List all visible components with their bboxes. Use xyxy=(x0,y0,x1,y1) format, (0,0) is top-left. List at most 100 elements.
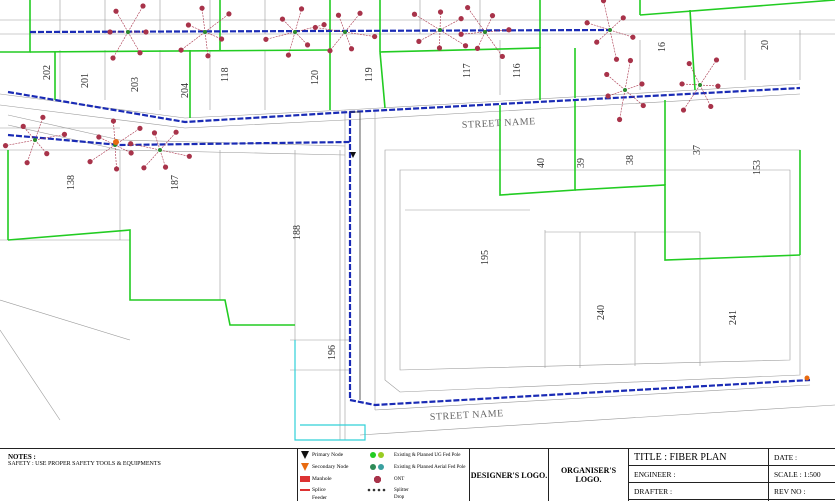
pole-icon xyxy=(343,30,347,34)
title-legend-bar: NOTES : SAFETY : USE PROPER SAFETY TOOLS… xyxy=(0,448,835,501)
ont-icon xyxy=(462,43,469,49)
lot-196: 196 xyxy=(327,345,338,360)
drawing-title: TITLE : FIBER PLAN xyxy=(629,449,768,466)
pole-icon xyxy=(126,30,130,34)
drop-line xyxy=(344,13,361,33)
ont-icon xyxy=(263,36,269,42)
lot-203: 203 xyxy=(130,77,141,92)
pole-icon xyxy=(293,30,297,34)
drop-line xyxy=(204,31,209,56)
engineer-field: ENGINEER : xyxy=(629,466,768,483)
ont-icon xyxy=(627,57,634,64)
ont-icon xyxy=(285,52,292,58)
ont-icon xyxy=(137,125,143,131)
drop-line xyxy=(265,31,296,40)
ont-icon xyxy=(604,71,610,78)
splice-node-icon xyxy=(804,375,810,381)
ont-icon xyxy=(327,48,333,54)
lot-119: 119 xyxy=(364,67,375,82)
ont-icon xyxy=(143,29,149,35)
ont-icon xyxy=(465,4,471,11)
meta-block: DATE : SCALE : 1:500 REV NO : xyxy=(769,449,835,501)
ont-icon xyxy=(87,159,93,165)
ont-icon xyxy=(474,45,481,51)
ont-icon xyxy=(205,53,211,59)
secondary-node-icon xyxy=(301,463,309,471)
existing-ug-pole-icon xyxy=(370,452,376,458)
ont-icon xyxy=(279,16,286,22)
lot-188: 188 xyxy=(292,225,303,240)
ont-icon xyxy=(113,8,119,14)
ont-icon xyxy=(162,164,169,170)
feeder-cable xyxy=(7,28,811,407)
splitter-icon xyxy=(367,488,386,492)
drop-line xyxy=(624,83,643,91)
notes-panel: NOTES : SAFETY : USE PROPER SAFETY TOOLS… xyxy=(0,449,298,501)
ont-icon xyxy=(506,27,512,33)
drop-line xyxy=(603,0,611,31)
legend-panel: Primary Node Existing & Planned UG Fed P… xyxy=(298,449,470,501)
ont-icon xyxy=(218,36,225,42)
legend-aerial-pole: Existing & Planned Aerial Fed Pole xyxy=(394,464,466,470)
lot-39: 39 xyxy=(576,158,587,168)
drop-line xyxy=(34,117,44,141)
ont-icon xyxy=(40,114,46,120)
ont-icon xyxy=(437,9,444,15)
planned-aerial-pole-icon xyxy=(378,464,384,470)
date-field: DATE : xyxy=(769,449,835,466)
organiser-logo: ORGANISER'S LOGO. xyxy=(549,449,629,501)
ont-icon xyxy=(605,93,611,99)
ont-icon xyxy=(713,57,720,63)
legend-secondary-node: Secondary Node xyxy=(312,464,349,470)
primary-node-icon xyxy=(301,451,309,459)
drop-line xyxy=(624,60,631,91)
ont-icon xyxy=(20,123,26,129)
drop-line xyxy=(288,31,296,56)
drop-line xyxy=(112,31,129,59)
drop-line xyxy=(26,139,36,163)
ont-icon xyxy=(107,29,113,35)
drop-line xyxy=(34,139,47,154)
lot-241: 241 xyxy=(728,310,739,325)
lot-16: 16 xyxy=(657,42,668,52)
ont-drops xyxy=(2,0,721,172)
ont-icon xyxy=(640,102,646,109)
ont-icon xyxy=(680,107,687,113)
ont-icon xyxy=(110,118,117,124)
drop-line xyxy=(414,13,441,31)
ont-icon xyxy=(61,131,68,137)
ont-icon xyxy=(594,39,600,45)
pole-icon xyxy=(33,138,37,142)
lot-187: 187 xyxy=(170,175,181,190)
ont-icon xyxy=(348,46,355,52)
notes-heading: NOTES : xyxy=(8,453,36,461)
splice-icon xyxy=(300,489,310,491)
ont-icon xyxy=(436,45,443,51)
lot-37: 37 xyxy=(692,145,703,155)
ont-icon xyxy=(458,31,464,37)
ont-icon xyxy=(199,5,205,11)
ont-icon xyxy=(489,13,496,19)
pole-icon xyxy=(698,83,702,87)
lot-240: 240 xyxy=(596,305,607,320)
legend-splice: Splice xyxy=(312,487,326,493)
drop-line xyxy=(180,31,206,51)
drop-line xyxy=(338,15,346,33)
lot-118: 118 xyxy=(220,67,231,82)
lot-boundaries xyxy=(0,0,835,326)
ont-icon xyxy=(372,33,378,40)
ont-icon xyxy=(178,47,184,53)
legend-ug-pole: Existing & Planned UG Fed Pole xyxy=(394,452,461,458)
manhole-icon xyxy=(300,476,310,482)
legend-drop: Drop xyxy=(394,495,405,500)
drop-line xyxy=(154,132,161,151)
drop-line xyxy=(143,149,161,169)
legend-splitter: Splitter xyxy=(394,487,409,493)
pole-icon xyxy=(623,88,627,92)
pole-icon xyxy=(483,30,487,34)
lot-153: 153 xyxy=(752,160,763,175)
designer-logo: DESIGNER'S LOGO. xyxy=(470,449,549,501)
lot-138: 138 xyxy=(66,175,77,190)
drop-line xyxy=(682,83,701,86)
ont-icon xyxy=(357,10,363,16)
